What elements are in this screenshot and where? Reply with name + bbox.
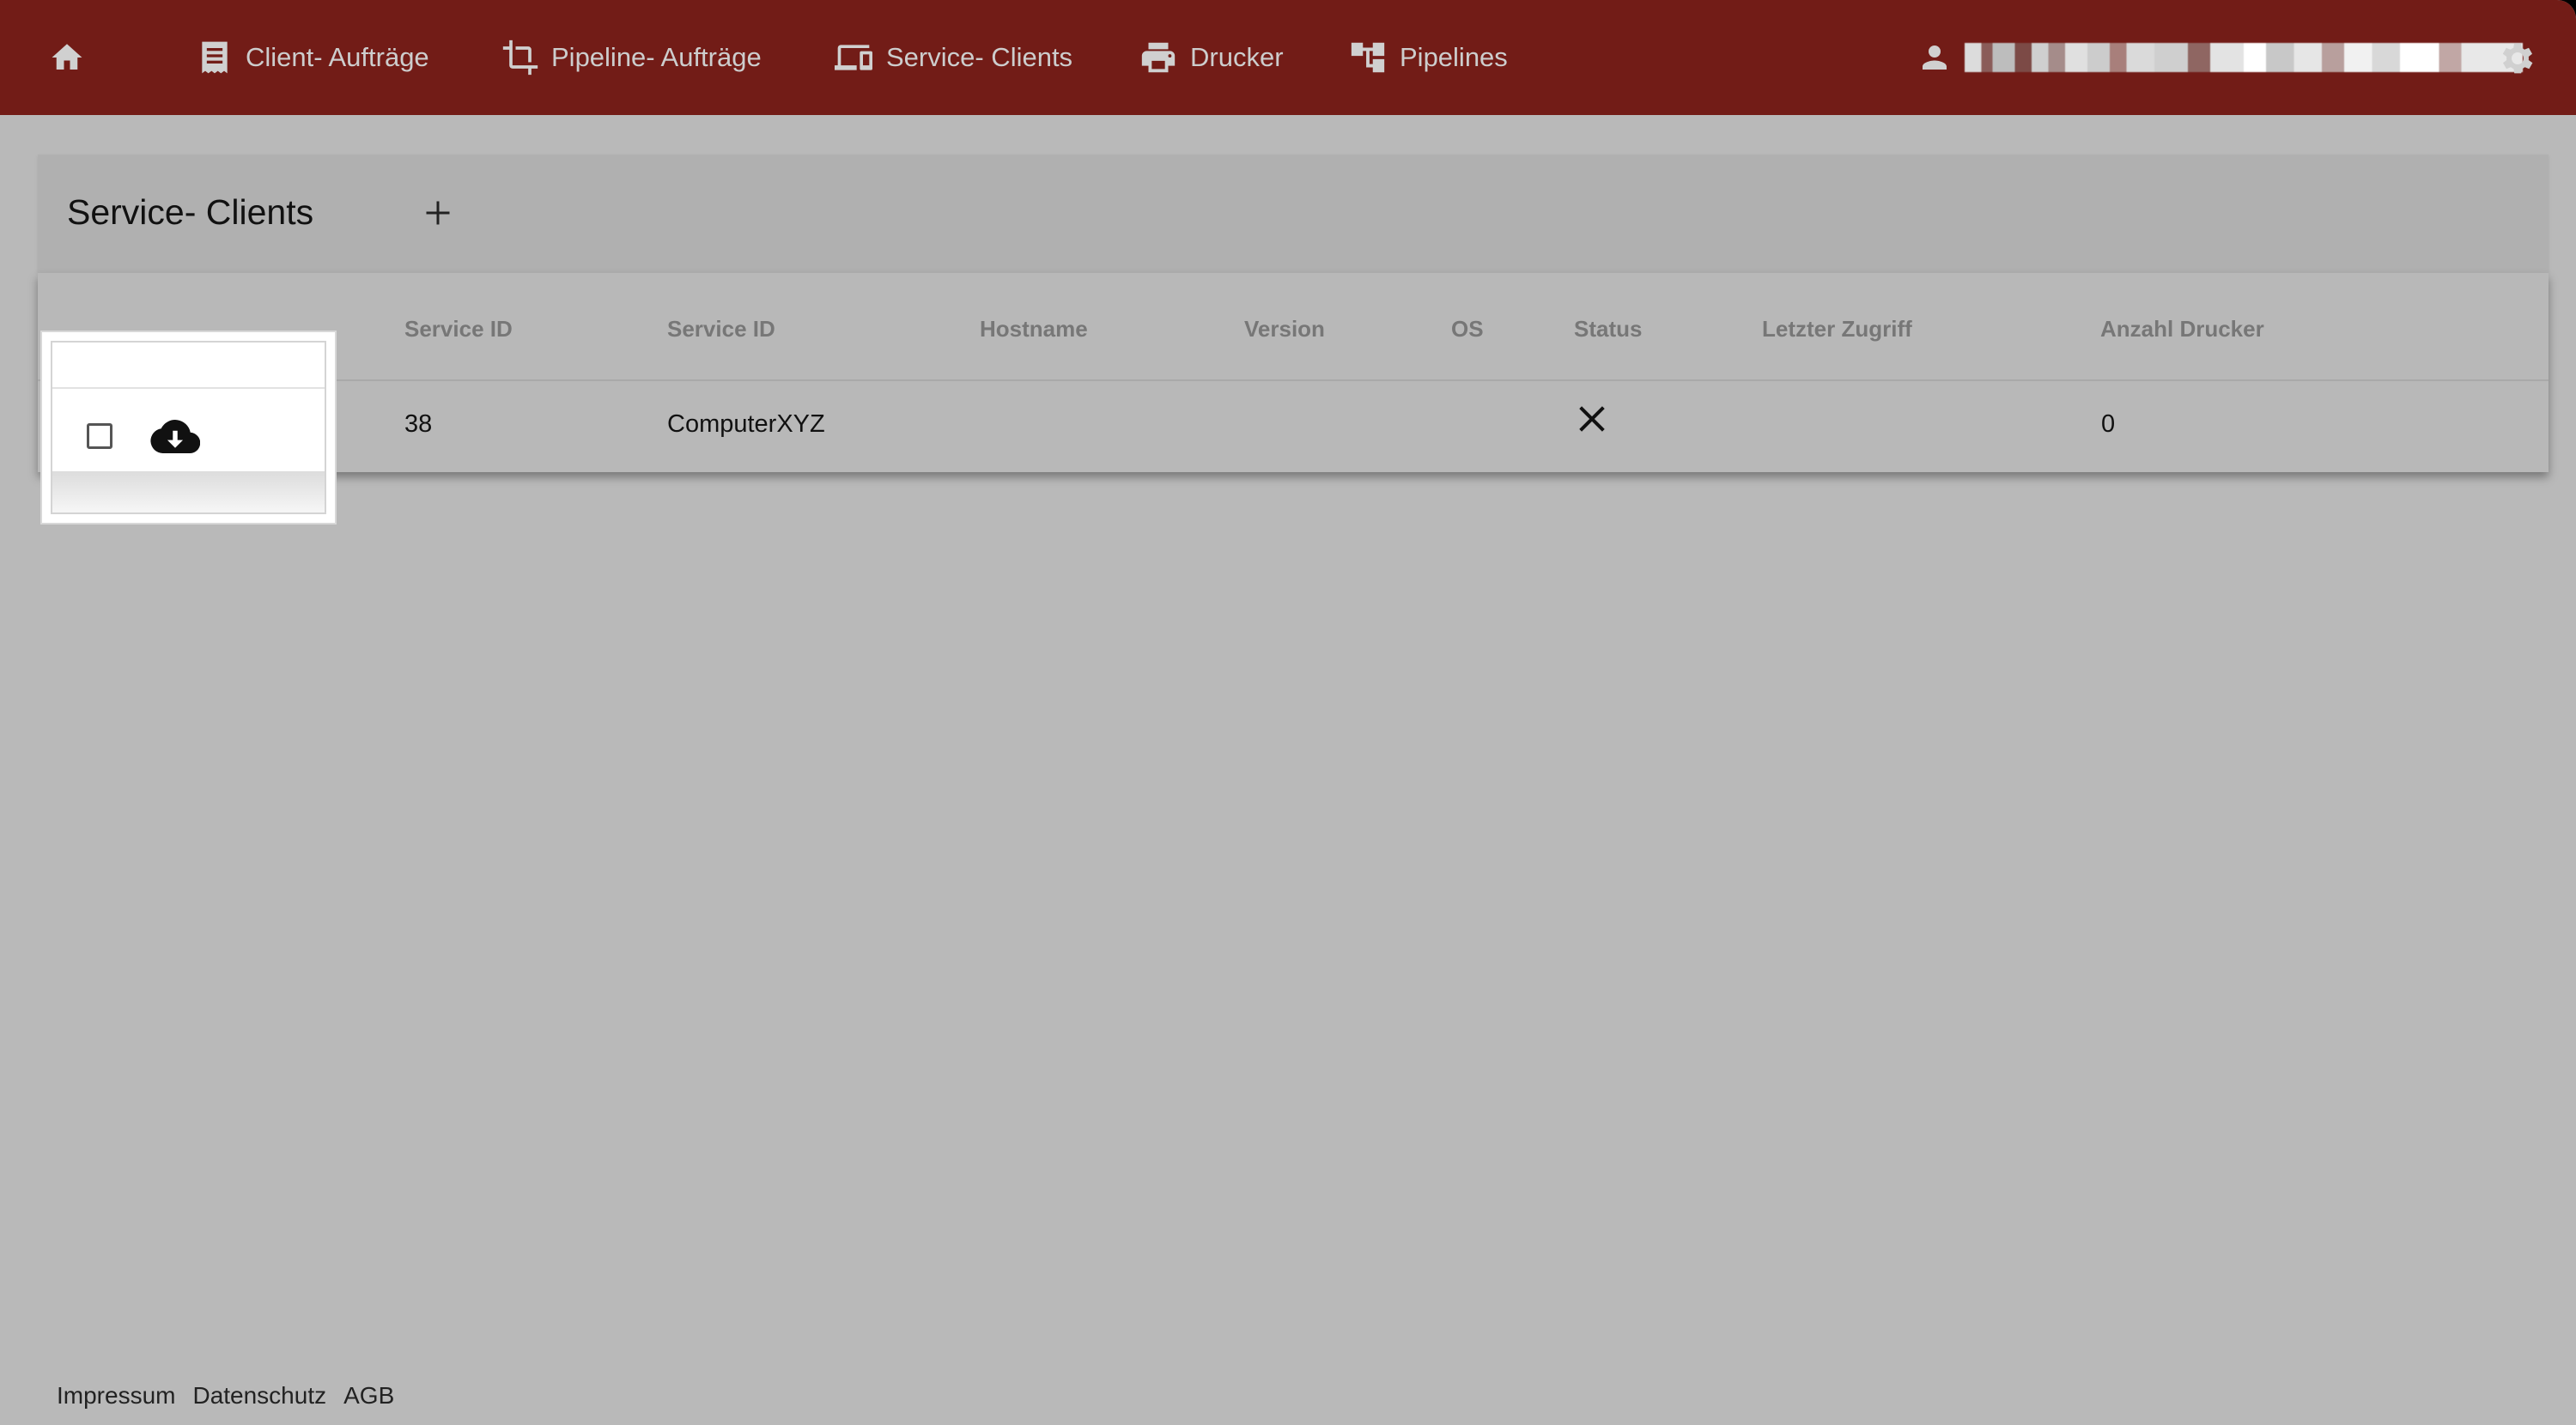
nav-label: Service- Clients: [886, 42, 1073, 72]
column-header-printer-count[interactable]: Anzahl Drucker: [2100, 316, 2264, 343]
user-name-redacted: [1965, 43, 2523, 72]
app-screen: Client- Aufträge Pipeline- Aufträge Serv…: [0, 0, 2576, 1425]
user-menu[interactable]: [1917, 38, 2523, 77]
nav-service-clients[interactable]: Service- Clients: [833, 29, 1072, 86]
row-actions-frame: [51, 341, 326, 514]
page-header: Service- Clients: [38, 155, 2549, 273]
nav-drucker[interactable]: Drucker: [1139, 29, 1284, 86]
cell-printer-count: 0: [2101, 410, 2116, 438]
cloud-download-icon[interactable]: [150, 418, 200, 456]
row-select-checkbox[interactable]: [87, 423, 112, 449]
gear-icon[interactable]: [2497, 38, 2538, 79]
home-icon[interactable]: [48, 39, 86, 76]
service-clients-table: Service ID Service ID Hostname Version O…: [38, 273, 2549, 472]
crop-icon: [502, 39, 538, 76]
row-actions-shadow: [52, 471, 325, 512]
footer-links: Impressum Datenschutz AGB: [57, 1382, 394, 1410]
column-header-service-name[interactable]: Service ID: [667, 316, 775, 343]
footer-link-impressum[interactable]: Impressum: [57, 1382, 175, 1410]
page-title: Service- Clients: [67, 192, 314, 232]
row-actions-divider: [52, 387, 325, 389]
hierarchy-icon: [1351, 42, 1385, 73]
nav-label: Pipelines: [1400, 42, 1508, 72]
close-icon: [1579, 406, 1605, 432]
top-navigation-bar: Client- Aufträge Pipeline- Aufträge Serv…: [0, 0, 2576, 115]
column-header-version[interactable]: Version: [1244, 316, 1325, 343]
cell-service-id: 38: [404, 410, 433, 438]
printer-icon: [1141, 42, 1176, 73]
plus-icon: [426, 201, 450, 225]
receipt-icon: [202, 41, 228, 74]
column-header-status[interactable]: Status: [1574, 316, 1642, 343]
footer-link-agb[interactable]: AGB: [343, 1382, 394, 1410]
header-divider: [38, 379, 2549, 381]
row-actions-cell: [42, 332, 335, 523]
devices-icon: [835, 45, 872, 70]
cell-service-name: ComputerXYZ: [667, 410, 825, 438]
nav-label: Pipeline- Aufträge: [551, 42, 762, 72]
column-header-service-id[interactable]: Service ID: [404, 316, 513, 343]
nav-label: Client- Aufträge: [246, 42, 429, 72]
column-header-os[interactable]: OS: [1451, 316, 1484, 343]
footer-link-datenschutz[interactable]: Datenschutz: [192, 1382, 326, 1410]
nav-client-auftraege[interactable]: Client- Aufträge: [196, 29, 429, 86]
person-icon: [1923, 45, 1947, 70]
nav-pipeline-auftraege[interactable]: Pipeline- Aufträge: [501, 29, 762, 86]
nav-pipelines[interactable]: Pipelines: [1348, 29, 1508, 86]
column-header-last-access[interactable]: Letzter Zugriff: [1762, 316, 1912, 343]
nav-label: Drucker: [1190, 42, 1284, 72]
add-service-client-button[interactable]: [412, 187, 464, 239]
column-header-hostname[interactable]: Hostname: [980, 316, 1088, 343]
